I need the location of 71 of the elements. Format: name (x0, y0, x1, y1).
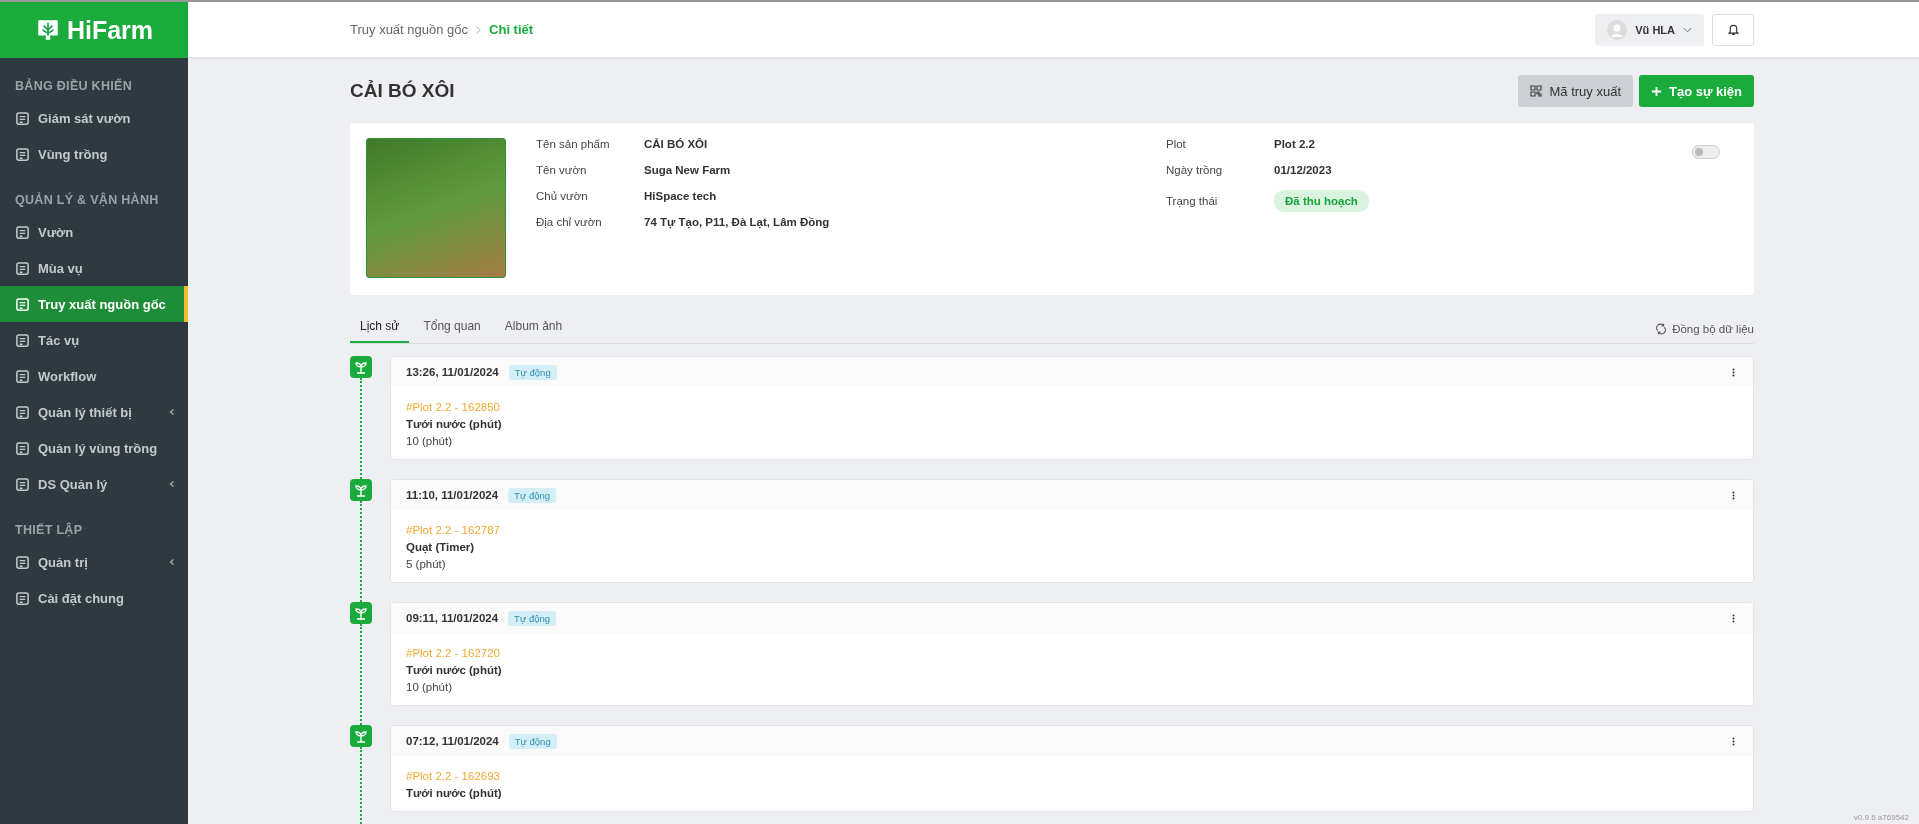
mode-tag: Tự động (508, 733, 557, 749)
chevron-right-icon (475, 24, 483, 35)
section-heading: THIẾT LẬP (14, 521, 84, 539)
field-label: Plot (1166, 138, 1187, 150)
event-time: 09:11, 11/01/2024 (406, 612, 499, 624)
event-action: Quạt (Timer) (406, 541, 476, 553)
avatar-icon (1607, 19, 1628, 40)
plus-icon (1651, 85, 1662, 97)
tab[interactable]: Lịch sử (350, 319, 410, 343)
event-time: 13:26, 11/01/2024 (406, 366, 499, 378)
user-menu-button[interactable]: Vũ HLA (1595, 13, 1704, 46)
bell-icon (1726, 23, 1740, 36)
sidebar-item[interactable]: Mùa vụ (0, 250, 188, 286)
status-badge: Đã thu hoạch (1274, 190, 1369, 212)
event-time: 11:10, 11/01/2024 (406, 489, 499, 501)
event-value: 5 (phút) (406, 558, 447, 570)
sidebar-item[interactable]: Truy xuất nguồn gốc (0, 286, 188, 322)
sidebar-item[interactable]: Giám sát vườn (0, 100, 188, 136)
sidebar-item[interactable]: DS Quản lý (0, 466, 188, 502)
event-reference: #Plot 2.2 - 162693 (406, 770, 501, 782)
version-text: v0.9.6 a769542 (1853, 813, 1909, 822)
more-icon (1732, 367, 1735, 377)
event-reference: #Plot 2.2 - 162787 (406, 524, 501, 536)
event-reference: #Plot 2.2 - 162720 (406, 647, 501, 659)
field-value: 01/12/2023 (1274, 164, 1333, 176)
logo-text: HiFarm (66, 15, 154, 45)
tab[interactable]: Tổng quan (413, 319, 491, 343)
event-action: Tưới nước (phút) (406, 664, 503, 676)
qr-code-icon (1530, 85, 1543, 97)
caret-icon (1683, 26, 1692, 33)
notification-button[interactable] (1712, 13, 1754, 46)
sidebar-item[interactable]: Tác vụ (0, 322, 188, 358)
event-action: Tưới nước (phút) (406, 787, 503, 799)
breadcrumb-link[interactable]: Truy xuất nguồn gốc (350, 22, 469, 37)
mode-tag: Tự động (508, 487, 557, 503)
sidebar-item[interactable]: Quản lý vùng trồng (0, 430, 188, 466)
tab[interactable]: Album ảnh (494, 319, 573, 343)
field-label: Chủ vườn (536, 190, 589, 202)
section-heading: BẢNG ĐIỀU KHIỂN (14, 77, 133, 95)
field-value: Suga New Farm (644, 164, 732, 176)
event-reference: #Plot 2.2 - 162850 (406, 401, 501, 413)
field-label: Địa chỉ vườn (536, 216, 603, 228)
toggle-switch[interactable] (1692, 145, 1720, 159)
sidebar-item[interactable]: Cài đặt chung (0, 580, 188, 616)
event-value: 10 (phút) (406, 681, 454, 693)
sidebar-item[interactable]: Vườn (0, 214, 188, 250)
field-value: Plot 2.2 (1274, 138, 1316, 150)
sidebar-item[interactable]: Quản trị (0, 544, 188, 580)
field-value: CẢI BÓ XÔI (644, 138, 709, 150)
sidebar-item[interactable]: Vùng trồng (0, 136, 188, 172)
sidebar-item[interactable]: Quản lý thiết bị (0, 394, 188, 430)
sidebar-item[interactable]: Workflow (0, 358, 188, 394)
mode-tag: Tự động (508, 364, 557, 380)
page-title: CẢI BÓ XÔI (350, 80, 455, 102)
trace-code-button[interactable]: Mã truy xuất (1518, 75, 1633, 107)
more-icon (1732, 736, 1735, 746)
event-value: 10 (phút) (406, 435, 454, 447)
sync-icon (1655, 323, 1668, 335)
more-icon (1732, 490, 1735, 500)
field-value: HiSpace tech (644, 190, 718, 202)
mode-tag: Tự động (508, 610, 557, 626)
section-heading: QUẢN LÝ & VẬN HÀNH (14, 191, 160, 209)
more-icon (1732, 613, 1735, 623)
field-label: Trạng thái (1166, 195, 1219, 207)
event-action: Tưới nước (phút) (406, 418, 503, 430)
field-label: Ngày trồng (1166, 164, 1224, 176)
event-time: 07:12, 11/01/2024 (406, 735, 499, 747)
field-label: Tên vườn (536, 164, 588, 176)
field-value: 74 Tự Tạo, P11, Đà Lạt, Lâm Đồng (644, 216, 831, 228)
sync-button[interactable]: Đồng bộ dữ liệu (1655, 323, 1754, 343)
field-label: Tên sản phẩm (536, 138, 611, 150)
